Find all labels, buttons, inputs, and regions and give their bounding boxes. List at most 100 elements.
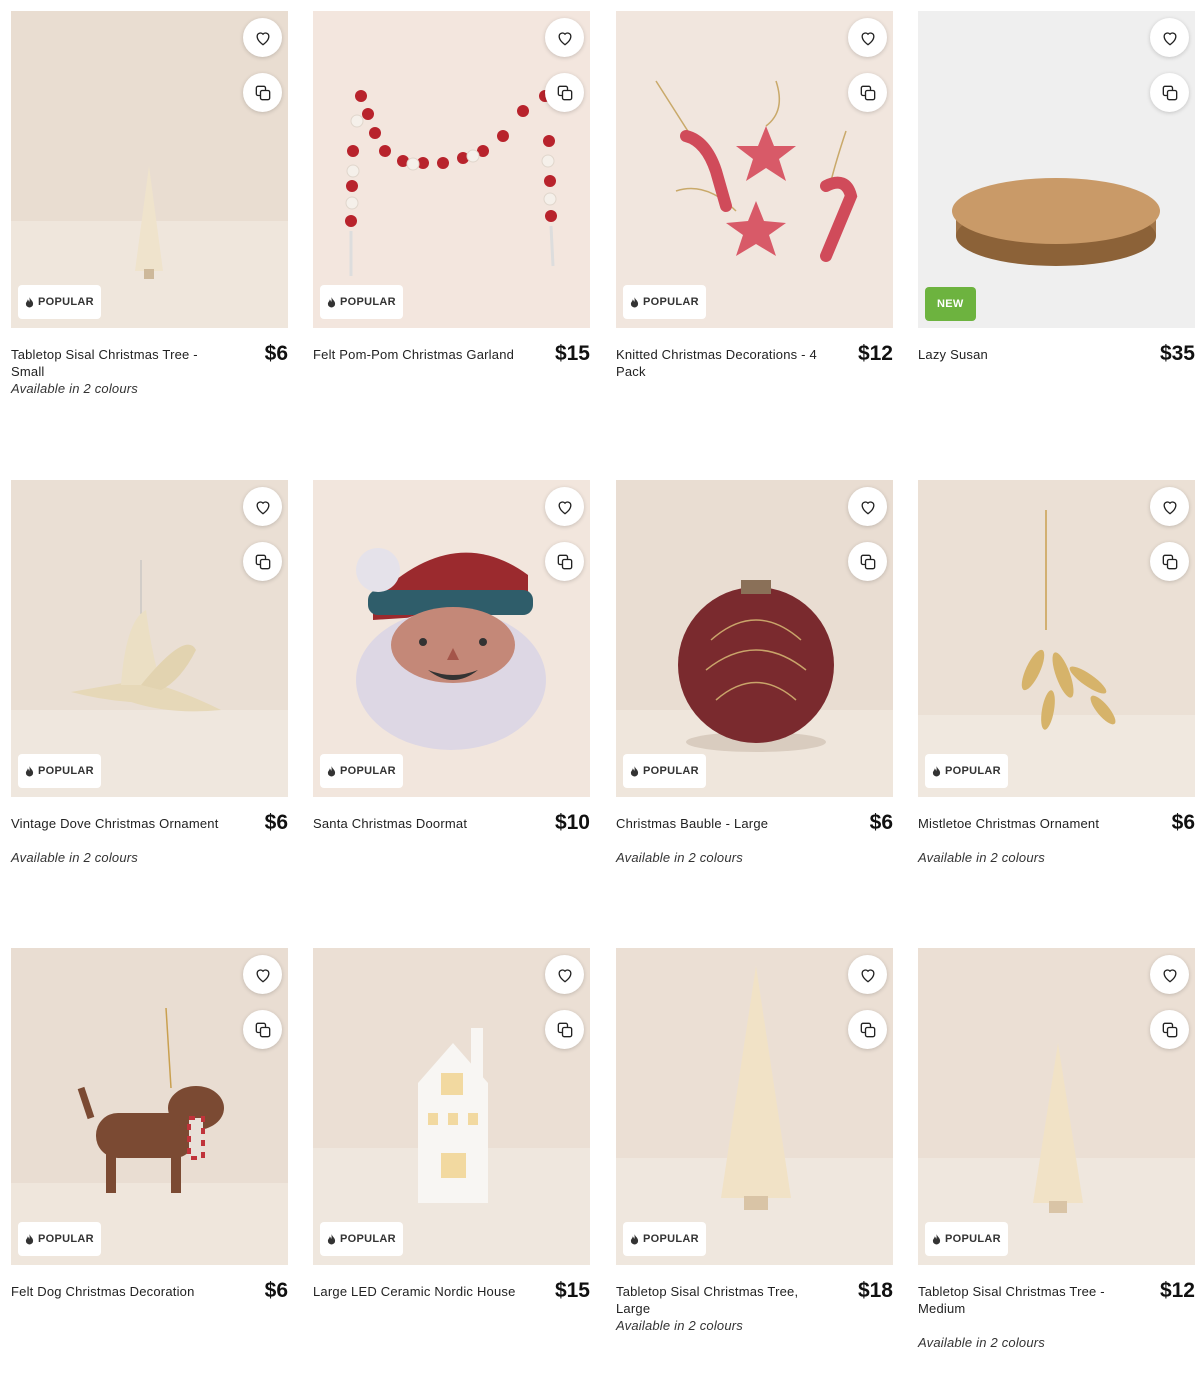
product-name[interactable]: Lazy Susan (918, 346, 1133, 363)
badge-label: POPULAR (340, 296, 396, 308)
mistletoe-ornament-photo (918, 480, 1195, 797)
product-image[interactable]: POPULAR (616, 480, 893, 797)
compare-button[interactable] (848, 542, 887, 581)
product-image[interactable]: POPULAR (11, 11, 288, 328)
badge-label: POPULAR (340, 765, 396, 777)
product-card[interactable]: POPULAR Large LED Ceramic Nordic House $… (313, 948, 590, 1325)
product-card[interactable]: POPULAR Christmas Bauble - Large $6 Avai… (616, 480, 893, 865)
product-image[interactable]: POPULAR (918, 480, 1195, 797)
compare-button[interactable] (545, 1010, 584, 1049)
compare-button[interactable] (848, 1010, 887, 1049)
heart-icon (255, 500, 270, 514)
product-name[interactable]: Christmas Bauble - Large (616, 815, 831, 832)
compare-button[interactable] (545, 542, 584, 581)
heart-icon (255, 968, 270, 982)
heart-icon (255, 31, 270, 45)
felt-dog-photo (11, 948, 288, 1265)
product-card[interactable]: NEW Lazy Susan $35 (918, 11, 1195, 388)
colour-availability: Available in 2 colours (11, 381, 139, 396)
wishlist-heart-button[interactable] (243, 18, 282, 57)
knitted-decorations-photo (616, 11, 893, 328)
wishlist-heart-button[interactable] (848, 955, 887, 994)
wishlist-heart-button[interactable] (545, 955, 584, 994)
product-image[interactable]: POPULAR (11, 948, 288, 1265)
compare-button[interactable] (848, 73, 887, 112)
wishlist-heart-button[interactable] (1150, 487, 1189, 526)
product-price: $10 (554, 811, 590, 834)
compare-button[interactable] (1150, 542, 1189, 581)
product-card[interactable]: POPULAR Mistletoe Christmas Ornament $6 … (918, 480, 1195, 865)
product-name[interactable]: Vintage Dove Christmas Ornament (11, 815, 226, 832)
copy-compare-icon (1162, 554, 1177, 569)
flame-icon (25, 765, 34, 776)
lazy-susan-photo (918, 11, 1195, 328)
product-name[interactable]: Tabletop Sisal Christmas Tree, Large (616, 1283, 831, 1317)
vintage-dove-photo (11, 480, 288, 797)
badge-label: POPULAR (643, 765, 699, 777)
heart-icon (1162, 31, 1177, 45)
product-name[interactable]: Tabletop Sisal Christmas Tree - Medium (918, 1283, 1133, 1317)
product-price: $15 (554, 342, 590, 365)
product-card[interactable]: POPULAR Tabletop Sisal Christmas Tree, L… (616, 948, 893, 1333)
popular-badge: POPULAR (925, 1222, 1008, 1256)
popular-badge: POPULAR (320, 754, 403, 788)
product-card[interactable]: POPULAR Felt Pom-Pom Christmas Garland $… (313, 11, 590, 388)
popular-badge: POPULAR (623, 754, 706, 788)
product-card[interactable]: POPULAR Tabletop Sisal Christmas Tree - … (918, 948, 1195, 1350)
copy-compare-icon (860, 85, 875, 100)
product-image[interactable]: POPULAR (616, 948, 893, 1265)
product-card[interactable]: POPULAR Vintage Dove Christmas Ornament … (11, 480, 288, 865)
colour-availability: Available in 2 colours (616, 850, 744, 865)
wishlist-heart-button[interactable] (1150, 955, 1189, 994)
product-price: $35 (1159, 342, 1195, 365)
product-price: $6 (264, 342, 288, 365)
product-image[interactable]: POPULAR (313, 11, 590, 328)
flame-icon (630, 765, 639, 776)
product-price: $18 (857, 1279, 893, 1302)
product-card[interactable]: POPULAR Felt Dog Christmas Decoration $6 (11, 948, 288, 1325)
heart-icon (557, 31, 572, 45)
product-name[interactable]: Large LED Ceramic Nordic House (313, 1283, 528, 1300)
wishlist-heart-button[interactable] (243, 487, 282, 526)
badge-label: POPULAR (643, 1233, 699, 1245)
wishlist-heart-button[interactable] (545, 18, 584, 57)
product-name[interactable]: Knitted Christmas Decorations - 4 Pack (616, 346, 831, 380)
compare-button[interactable] (243, 73, 282, 112)
product-card[interactable]: POPULAR Tabletop Sisal Christmas Tree - … (11, 11, 288, 396)
product-name[interactable]: Felt Dog Christmas Decoration (11, 1283, 226, 1300)
product-image[interactable]: POPULAR (11, 480, 288, 797)
compare-button[interactable] (243, 1010, 282, 1049)
product-image[interactable]: POPULAR (313, 948, 590, 1265)
sisal-tree-large-photo (616, 948, 893, 1265)
wishlist-heart-button[interactable] (848, 18, 887, 57)
product-image[interactable]: POPULAR (313, 480, 590, 797)
nordic-house-photo (313, 948, 590, 1265)
popular-badge: POPULAR (18, 1222, 101, 1256)
compare-button[interactable] (1150, 73, 1189, 112)
product-price: $15 (554, 1279, 590, 1302)
compare-button[interactable] (545, 73, 584, 112)
badge-label: POPULAR (340, 1233, 396, 1245)
product-name[interactable]: Santa Christmas Doormat (313, 815, 528, 832)
wishlist-heart-button[interactable] (243, 955, 282, 994)
product-name[interactable]: Felt Pom-Pom Christmas Garland (313, 346, 528, 363)
product-image[interactable]: POPULAR (918, 948, 1195, 1265)
product-card[interactable]: POPULAR Knitted Christmas Decorations - … (616, 11, 893, 388)
product-card[interactable]: POPULAR Santa Christmas Doormat $10 (313, 480, 590, 857)
flame-icon (327, 296, 336, 307)
product-name[interactable]: Mistletoe Christmas Ornament (918, 815, 1133, 832)
colour-availability: Available in 2 colours (918, 1335, 1046, 1350)
wishlist-heart-button[interactable] (1150, 18, 1189, 57)
sisal-tree-small-photo (11, 11, 288, 328)
product-image[interactable]: POPULAR (616, 11, 893, 328)
product-image[interactable]: NEW (918, 11, 1195, 328)
wishlist-heart-button[interactable] (545, 487, 584, 526)
compare-button[interactable] (243, 542, 282, 581)
wishlist-heart-button[interactable] (848, 487, 887, 526)
copy-compare-icon (255, 554, 270, 569)
product-name[interactable]: Tabletop Sisal Christmas Tree - Small (11, 346, 226, 380)
popular-badge: POPULAR (925, 754, 1008, 788)
badge-label: NEW (937, 298, 964, 310)
compare-button[interactable] (1150, 1010, 1189, 1049)
badge-label: POPULAR (945, 1233, 1001, 1245)
